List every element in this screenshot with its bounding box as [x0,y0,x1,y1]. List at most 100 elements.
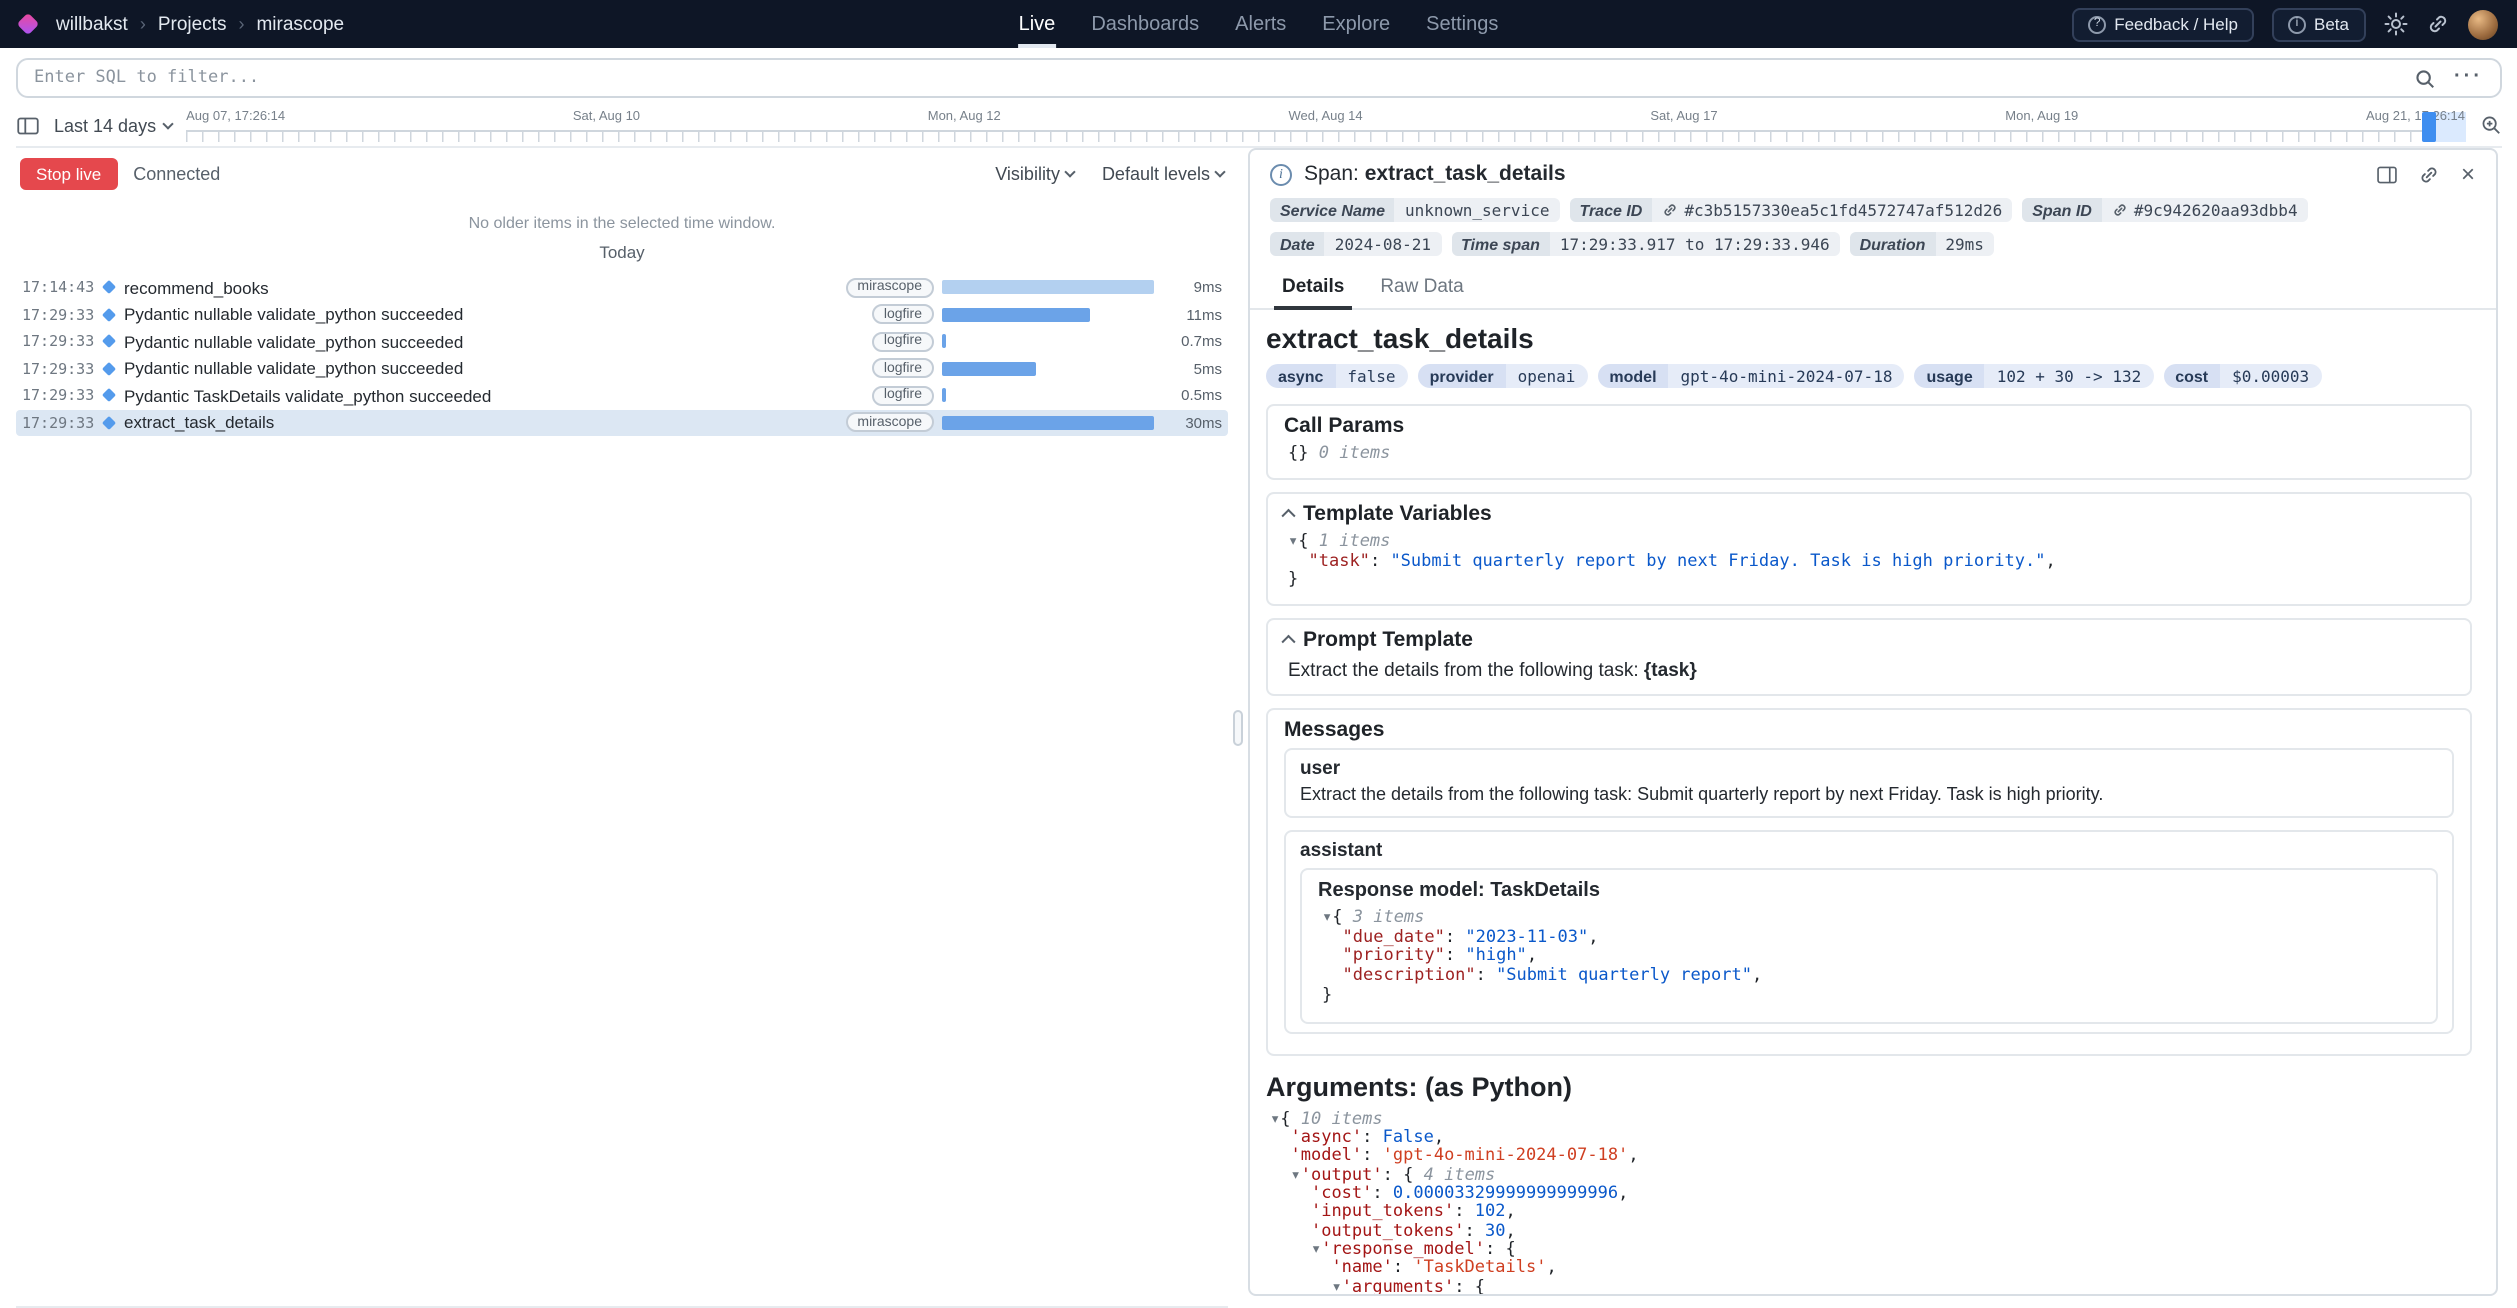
trace-row[interactable]: 17:29:33 extract_task_details mirascope … [16,409,1228,436]
detail-tab[interactable]: Raw Data [1364,270,1479,308]
breadcrumb: willbakst › Projects › mirascope [20,13,344,35]
arguments-python-code[interactable]: ▾{ 10 items 'async': False, 'model': 'gp… [1266,1110,2471,1294]
navbar-actions: ? Feedback / Help i Beta [2072,7,2497,41]
search-icon[interactable] [2414,67,2436,89]
row-duration: 30ms [1162,414,1222,432]
meta-badge-label: Service Name [1270,198,1395,222]
timeline-tick-label: Mon, Aug 12 [928,110,1001,124]
prompt-template-toggle[interactable]: Prompt Template [1284,628,2453,652]
close-panel-icon[interactable]: × [2461,162,2475,186]
call-params-card: Call Params {} 0 items [1266,404,2471,480]
nav-link[interactable]: Alerts [1235,0,1286,48]
attribute-badge: cost $0.00003 [2163,364,2321,388]
row-tag-pill[interactable]: logfire [872,359,934,379]
time-range-dropdown[interactable]: Last 14 days [54,115,172,135]
more-options-icon[interactable]: ··· [2454,68,2483,88]
meta-badge-label: Trace ID [1569,198,1652,222]
response-model-json[interactable]: ▾{ 3 items "due_date": "2023-11-03", "pr… [1318,908,2419,1012]
feedback-help-button[interactable]: ? Feedback / Help [2072,7,2254,41]
nav-link[interactable]: Settings [1426,0,1498,48]
meta-badge-label: Span ID [2022,198,2102,222]
user-avatar[interactable] [2467,9,2497,39]
timeline-tick-labels: Aug 07, 17:26:14Sat, Aug 10Mon, Aug 12We… [186,104,2465,124]
template-variables-json[interactable]: ▾{ 1 items "task": "Submit quarterly rep… [1284,532,2453,597]
span-panel-header: i Span: extract_task_details × [1250,150,2495,194]
row-duration-bar [942,389,1154,403]
row-tag-pill[interactable]: mirascope [845,278,934,298]
breadcrumb-projects[interactable]: Projects [158,13,227,35]
nav-link[interactable]: Live [1019,0,1056,48]
sql-filter-input[interactable] [34,68,2396,88]
panel-resize-handle[interactable] [1228,148,1248,1308]
template-variables-toggle[interactable]: Template Variables [1284,502,2453,526]
breadcrumb-org[interactable]: willbakst [56,13,128,35]
meta-badge-value: #c3b5157330ea5c1fd4572747af512d26 [1652,198,2012,222]
share-link-icon[interactable] [2425,12,2449,36]
timeline-bar: Last 14 days Aug 07, 17:26:14Sat, Aug 10… [16,104,2501,148]
logfire-logo-icon[interactable] [17,13,40,36]
span-name-heading: extract_task_details [1266,322,2471,354]
nav-link[interactable]: Explore [1322,0,1390,48]
user-message-card: user Extract the details from the follow… [1284,748,2453,817]
row-duration: 0.5ms [1162,387,1222,405]
beta-badge[interactable]: i Beta [2272,7,2365,41]
attribute-badge-label: async [1266,364,1335,388]
meta-badge-value: 29ms [1935,232,1994,256]
duration-bar-fill [942,362,1035,376]
row-duration-bar [942,281,1154,295]
meta-badge[interactable]: Trace ID #c3b5157330ea5c1fd4572747af512d… [1569,198,2012,222]
attribute-badge: provider openai [1418,364,1588,388]
row-timestamp: 17:29:33 [22,306,94,324]
timeline-tick-label: Mon, Aug 19 [2005,110,2078,124]
visibility-dropdown[interactable]: Visibility [995,164,1074,184]
chevron-down-icon [1064,166,1075,177]
zoom-in-icon[interactable] [2479,114,2501,136]
meta-badge[interactable]: Duration 29ms [1850,232,1994,256]
detail-tab[interactable]: Details [1266,270,1360,308]
timeline-track[interactable]: Aug 07, 17:26:14Sat, Aug 10Mon, Aug 12We… [186,104,2465,146]
attribute-badge-value: 102 + 30 -> 132 [1985,364,2154,388]
open-in-panel-icon[interactable] [2377,163,2399,185]
id-link-icon [1662,202,1678,218]
attribute-badge-value: gpt-4o-mini-2024-07-18 [1669,364,1905,388]
row-tag-pill[interactable]: logfire [872,305,934,325]
row-tag-pill[interactable]: logfire [872,386,934,406]
row-name: Pydantic nullable validate_python succee… [124,305,463,325]
trace-row[interactable]: 17:29:33 Pydantic nullable validate_pyth… [16,355,1228,382]
meta-badge-value: 2024-08-21 [1325,232,1441,256]
trace-row[interactable]: 17:29:33 Pydantic nullable validate_pyth… [16,301,1228,328]
attribute-badge-label: provider [1418,364,1506,388]
row-name: Pydantic TaskDetails validate_python suc… [124,386,491,406]
breadcrumb-project-name[interactable]: mirascope [256,13,344,35]
timeline-selection-handle[interactable] [2421,112,2435,142]
meta-badge-value: 17:29:33.917 to 17:29:33.946 [1550,232,1840,256]
duration-bar-fill [942,389,945,403]
meta-badge[interactable]: Date 2024-08-21 [1270,232,1441,256]
levels-dropdown[interactable]: Default levels [1102,164,1224,184]
span-diamond-icon [102,334,116,348]
meta-badge-value: #9c942620aa93dbb4 [2102,198,2308,222]
trace-row[interactable]: 17:14:43 recommend_books mirascope 9ms [16,274,1228,301]
meta-badge[interactable]: Span ID #9c942620aa93dbb4 [2022,198,2307,222]
trace-row[interactable]: 17:29:33 Pydantic nullable validate_pyth… [16,328,1228,355]
copy-link-icon[interactable] [2419,163,2441,185]
chevron-down-icon [1214,166,1225,177]
chevron-down-icon [162,117,173,128]
meta-badge[interactable]: Service Name unknown_service [1270,198,1559,222]
stop-live-button[interactable]: Stop live [20,158,117,190]
row-name: Pydantic nullable validate_python succee… [124,332,463,352]
sidebar-toggle-icon[interactable] [16,113,40,137]
row-duration-bar [942,335,1154,349]
assistant-message-card: assistant Response model: TaskDetails ▾{… [1284,830,2453,1034]
attribute-badge-value: false [1335,364,1407,388]
row-tag-pill[interactable]: logfire [872,332,934,352]
row-tag-pill[interactable]: mirascope [845,413,934,433]
nav-link[interactable]: Dashboards [1091,0,1199,48]
breadcrumb-separator-icon: › [238,14,244,34]
trace-row[interactable]: 17:29:33 Pydantic TaskDetails validate_p… [16,382,1228,409]
theme-toggle-icon[interactable] [2383,12,2407,36]
span-diamond-icon [102,361,116,375]
meta-badge[interactable]: Time span 17:29:33.917 to 17:29:33.946 [1451,232,1840,256]
chevron-up-icon [1282,636,1295,649]
logfire-app: willbakst › Projects › mirascope Live Das… [0,0,2517,1308]
